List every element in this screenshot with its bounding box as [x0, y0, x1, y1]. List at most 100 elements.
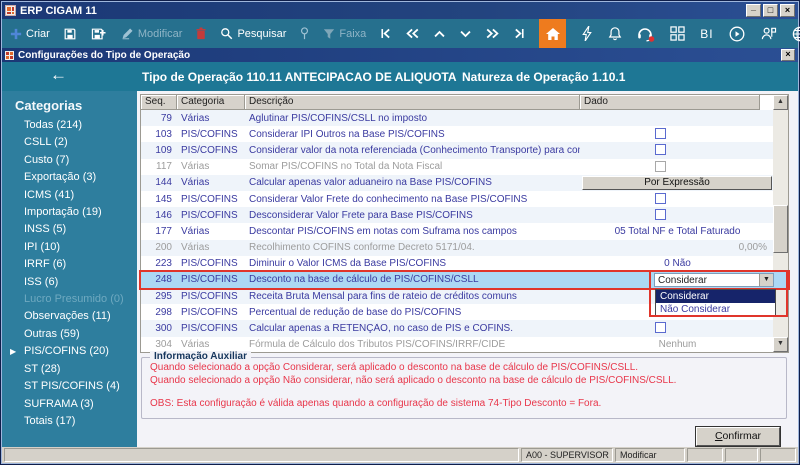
- bi-button[interactable]: BI: [700, 27, 713, 41]
- back-arrow-icon[interactable]: ←: [50, 65, 67, 85]
- info-line-1: Quando selecionado a opção Considerar, s…: [150, 362, 639, 373]
- save-icon: [64, 28, 76, 39]
- maximize-button[interactable]: [763, 4, 778, 17]
- sidebar-item-custo[interactable]: Custo (7): [2, 152, 137, 169]
- main-toolbar: Criar Modificar Pesquisar Faixa BI: [2, 19, 800, 48]
- minimize-button[interactable]: [746, 4, 761, 17]
- dado-value: 0,00%: [738, 242, 767, 254]
- table-row[interactable]: 145 PIS/COFINS Considerar Valor Frete do c…: [141, 191, 788, 207]
- bell-icon[interactable]: [608, 26, 622, 41]
- status-mode: Modificar: [615, 448, 685, 462]
- close-button[interactable]: [780, 4, 795, 17]
- checkbox[interactable]: [655, 192, 666, 204]
- table-row[interactable]: 79 Várias Aglutinar PIS/COFINS/CSLL no imp…: [141, 110, 788, 127]
- nav-down-button[interactable]: [459, 28, 472, 40]
- apps-grid-icon[interactable]: [670, 26, 685, 41]
- sidebar-item-totais[interactable]: Totais (17): [2, 413, 137, 430]
- nav-prev-button[interactable]: [405, 27, 420, 40]
- dado-value: 0 Não: [664, 258, 691, 270]
- sidebar-item-csll[interactable]: CSLL (2): [2, 134, 137, 151]
- table-header: Seq. Categoria Descrição Dado: [141, 95, 788, 110]
- checkbox[interactable]: [655, 322, 666, 334]
- page-title: Tipo de Operação 110.11 ANTECIPACAO DE A…: [142, 70, 457, 84]
- home-button-active[interactable]: [539, 19, 567, 48]
- cigam-logo-icon: [5, 5, 16, 16]
- save-button[interactable]: [63, 27, 77, 41]
- search-button[interactable]: Pesquisar: [220, 27, 286, 40]
- dropdown-list: Considerar Não Considerar: [655, 288, 776, 317]
- col-header-categoria[interactable]: Categoria: [177, 95, 245, 110]
- dado-value: Nenhum: [658, 339, 697, 351]
- scrollbar-thumb[interactable]: [773, 205, 788, 253]
- save-new-button[interactable]: [90, 27, 108, 41]
- scroll-up-icon[interactable]: ▲: [773, 95, 788, 110]
- status-empty-3: [760, 448, 796, 462]
- window-title: ERP CIGAM 11: [20, 4, 97, 17]
- status-bar: A00 - SUPERVISOR Modificar: [2, 447, 798, 463]
- scroll-down-icon[interactable]: ▼: [773, 337, 788, 352]
- combobox-value: Considerar: [658, 274, 707, 286]
- sidebar-item-st-pis-cofins[interactable]: ST PIS/COFINS (4): [2, 378, 137, 395]
- nav-next-button[interactable]: [485, 27, 500, 40]
- sidebar-item-outras[interactable]: Outras (59): [2, 326, 137, 343]
- col-header-seq[interactable]: Seq.: [141, 95, 177, 110]
- sidebar-item-iss[interactable]: ISS (6): [2, 274, 137, 291]
- sidebar-item-lucro-presumido[interactable]: Lucro Presumido (0): [2, 291, 137, 308]
- dialog-title: Configurações do Tipo de Operação: [18, 49, 191, 61]
- trash-icon: [196, 27, 206, 40]
- checkbox[interactable]: [655, 128, 666, 140]
- status-user: A00 - SUPERVISOR: [521, 448, 613, 462]
- checkbox[interactable]: [655, 209, 666, 221]
- headset-notification-icon[interactable]: [637, 26, 655, 42]
- table-row[interactable]: 177 Várias Descontar PIS/COFINS em notas c…: [141, 223, 788, 239]
- dropdown-option-considerar[interactable]: Considerar: [656, 289, 775, 303]
- sidebar-item-exportacao[interactable]: Exportação (3): [2, 169, 137, 186]
- delete-button[interactable]: [195, 27, 207, 40]
- table-row[interactable]: 117 Várias Somar PIS/COFINS no Total da No…: [141, 159, 788, 175]
- table-row[interactable]: 109 PIS/COFINS Considerar valor da nota re…: [141, 142, 788, 159]
- table-row[interactable]: 103 PIS/COFINS Considerar IPI Outros na Ba…: [141, 126, 788, 142]
- table-row[interactable]: 300 PIS/COFINS Calcular apenas a RETENÇÃO,…: [141, 320, 788, 337]
- considerar-combobox[interactable]: Considerar ▼: [654, 272, 774, 287]
- play-circle-icon[interactable]: [729, 26, 745, 42]
- combobox-arrow-icon[interactable]: ▼: [759, 273, 773, 286]
- nav-up-button[interactable]: [433, 28, 446, 40]
- checkbox[interactable]: [655, 144, 666, 156]
- globe-icon[interactable]: [792, 26, 800, 42]
- nav-first-button[interactable]: [379, 27, 392, 40]
- create-button[interactable]: Criar: [10, 28, 50, 40]
- modify-button[interactable]: Modificar: [121, 27, 182, 40]
- dropdown-option-nao-considerar[interactable]: Não Considerar: [656, 303, 775, 316]
- status-empty-1: [687, 448, 723, 462]
- sidebar-item-importacao[interactable]: Importação (19): [2, 204, 137, 221]
- sidebar-item-icms[interactable]: ICMS (41): [2, 187, 137, 204]
- lightning-icon[interactable]: [581, 26, 593, 41]
- por-expressao-button[interactable]: Por Expressão: [582, 175, 772, 190]
- dialog-close-button[interactable]: [781, 49, 795, 61]
- last-record-icon: [515, 28, 524, 39]
- sidebar-item-st[interactable]: ST (28): [2, 361, 137, 378]
- table-row[interactable]: 144 Várias Calcular apenas valor aduaneiro…: [141, 174, 788, 191]
- page-header: ← Tipo de Operação 110.11 ANTECIPACAO DE…: [2, 62, 798, 91]
- nav-last-button[interactable]: [513, 27, 526, 40]
- range-filter-button[interactable]: Faixa: [323, 28, 366, 40]
- checkbox-disabled: [655, 160, 666, 172]
- col-header-descricao[interactable]: Descrição: [245, 95, 580, 110]
- confirm-button[interactable]: Confirmar: [696, 427, 780, 446]
- sidebar-item-todas[interactable]: Todas (214): [2, 117, 137, 134]
- window-titlebar: ERP CIGAM 11: [2, 2, 798, 19]
- sidebar-item-ipi[interactable]: IPI (10): [2, 239, 137, 256]
- sidebar-item-suframa[interactable]: SUFRAMA (3): [2, 396, 137, 413]
- table-row-selected[interactable]: 248 PIS/COFINS Desconto na base de cálculo…: [141, 271, 788, 289]
- pin-button[interactable]: [299, 27, 310, 40]
- sidebar-item-observacoes[interactable]: Observações (11): [2, 308, 137, 325]
- table-row[interactable]: 146 PIS/COFINS Desconsiderar Valor Frete p…: [141, 207, 788, 224]
- sidebar-item-irrf[interactable]: IRRF (6): [2, 256, 137, 273]
- col-header-dado[interactable]: Dado: [580, 95, 760, 110]
- table-row[interactable]: 223 PIS/COFINS Diminuir o Valor ICMS da Ba…: [141, 256, 788, 272]
- sidebar-item-inss[interactable]: INSS (5): [2, 221, 137, 238]
- table-row[interactable]: 200 Várias Recolhimento COFINS conforme De…: [141, 239, 788, 256]
- sidebar-item-pis-cofins-active[interactable]: ▶ PIS/COFINS (20): [2, 343, 137, 360]
- presenter-icon[interactable]: [760, 26, 777, 41]
- dialog-icon: [5, 50, 14, 60]
